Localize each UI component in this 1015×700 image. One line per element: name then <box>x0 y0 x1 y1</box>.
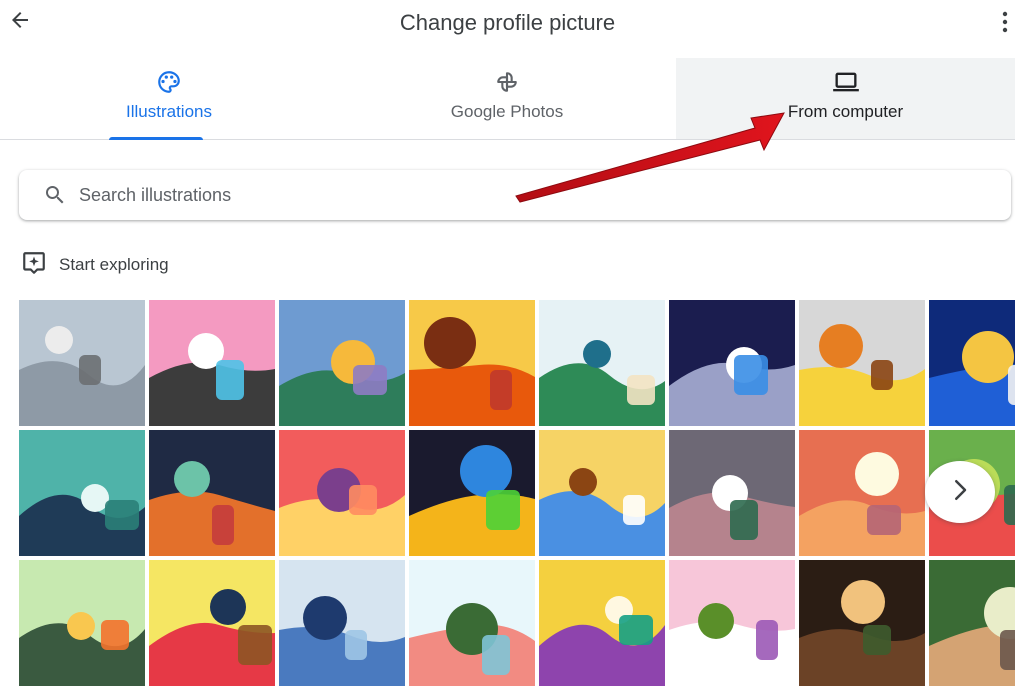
illustration-dumplings-bowl[interactable] <box>539 430 665 556</box>
illustration-car-on-bridge[interactable] <box>149 300 275 426</box>
laptop-icon <box>832 68 860 96</box>
illustration-salamander[interactable] <box>19 560 145 686</box>
illustration-flashlight[interactable] <box>929 300 1015 426</box>
palette-icon <box>155 68 183 96</box>
illustration-cherry-blossoms[interactable] <box>409 560 535 686</box>
header: Change profile picture <box>0 0 1015 48</box>
more-vert-icon <box>1002 11 1008 38</box>
tab-google-photos-label: Google Photos <box>450 102 564 121</box>
pinwheel-icon <box>493 68 521 96</box>
active-tab-indicator <box>109 137 203 140</box>
illustration-pouring-sauce[interactable] <box>539 560 665 686</box>
illustration-edelweiss-flower[interactable] <box>669 560 795 686</box>
explore-sparkle-icon <box>21 250 47 281</box>
tab-from-computer[interactable]: From computer <box>676 58 1015 139</box>
illustration-pizza[interactable] <box>409 300 535 426</box>
illustration-reading-book[interactable] <box>799 430 925 556</box>
illustration-relay-runner[interactable] <box>149 560 275 686</box>
illustration-cat-yarn[interactable] <box>669 430 795 556</box>
illustration-arctic-fox[interactable] <box>19 300 145 426</box>
tab-from-computer-label: From computer <box>787 102 904 121</box>
illustration-cat-fence[interactable] <box>929 560 1015 686</box>
illustration-forest-light[interactable] <box>799 560 925 686</box>
illustration-astronaut-moon[interactable] <box>669 300 795 426</box>
tab-bar: Illustrations Google Photos From compute… <box>0 58 1015 140</box>
section-header: Start exploring <box>21 251 169 279</box>
illustration-grid <box>19 300 1015 700</box>
search-icon <box>43 183 67 207</box>
next-page-button[interactable] <box>925 461 995 523</box>
illustration-bearded-dragon[interactable] <box>149 430 275 556</box>
illustration-coastal-cliffs[interactable] <box>539 300 665 426</box>
tab-illustrations[interactable]: Illustrations <box>0 58 338 140</box>
more-options-button[interactable] <box>997 10 1013 38</box>
search-box[interactable] <box>19 170 1011 220</box>
page-title: Change profile picture <box>399 10 616 35</box>
illustration-sunset-lake[interactable] <box>279 430 405 556</box>
tab-google-photos[interactable]: Google Photos <box>338 58 676 139</box>
illustration-satellite-earth[interactable] <box>409 430 535 556</box>
illustration-bobsled-track[interactable] <box>279 300 405 426</box>
tab-illustrations-label: Illustrations <box>126 102 212 121</box>
section-label: Start exploring <box>59 255 169 274</box>
illustration-yellow-trees[interactable] <box>799 300 925 426</box>
illustration-orca[interactable] <box>19 430 145 556</box>
search-input[interactable] <box>79 184 959 206</box>
chevron-right-icon <box>945 475 975 510</box>
illustration-city-bridge[interactable] <box>279 560 405 686</box>
